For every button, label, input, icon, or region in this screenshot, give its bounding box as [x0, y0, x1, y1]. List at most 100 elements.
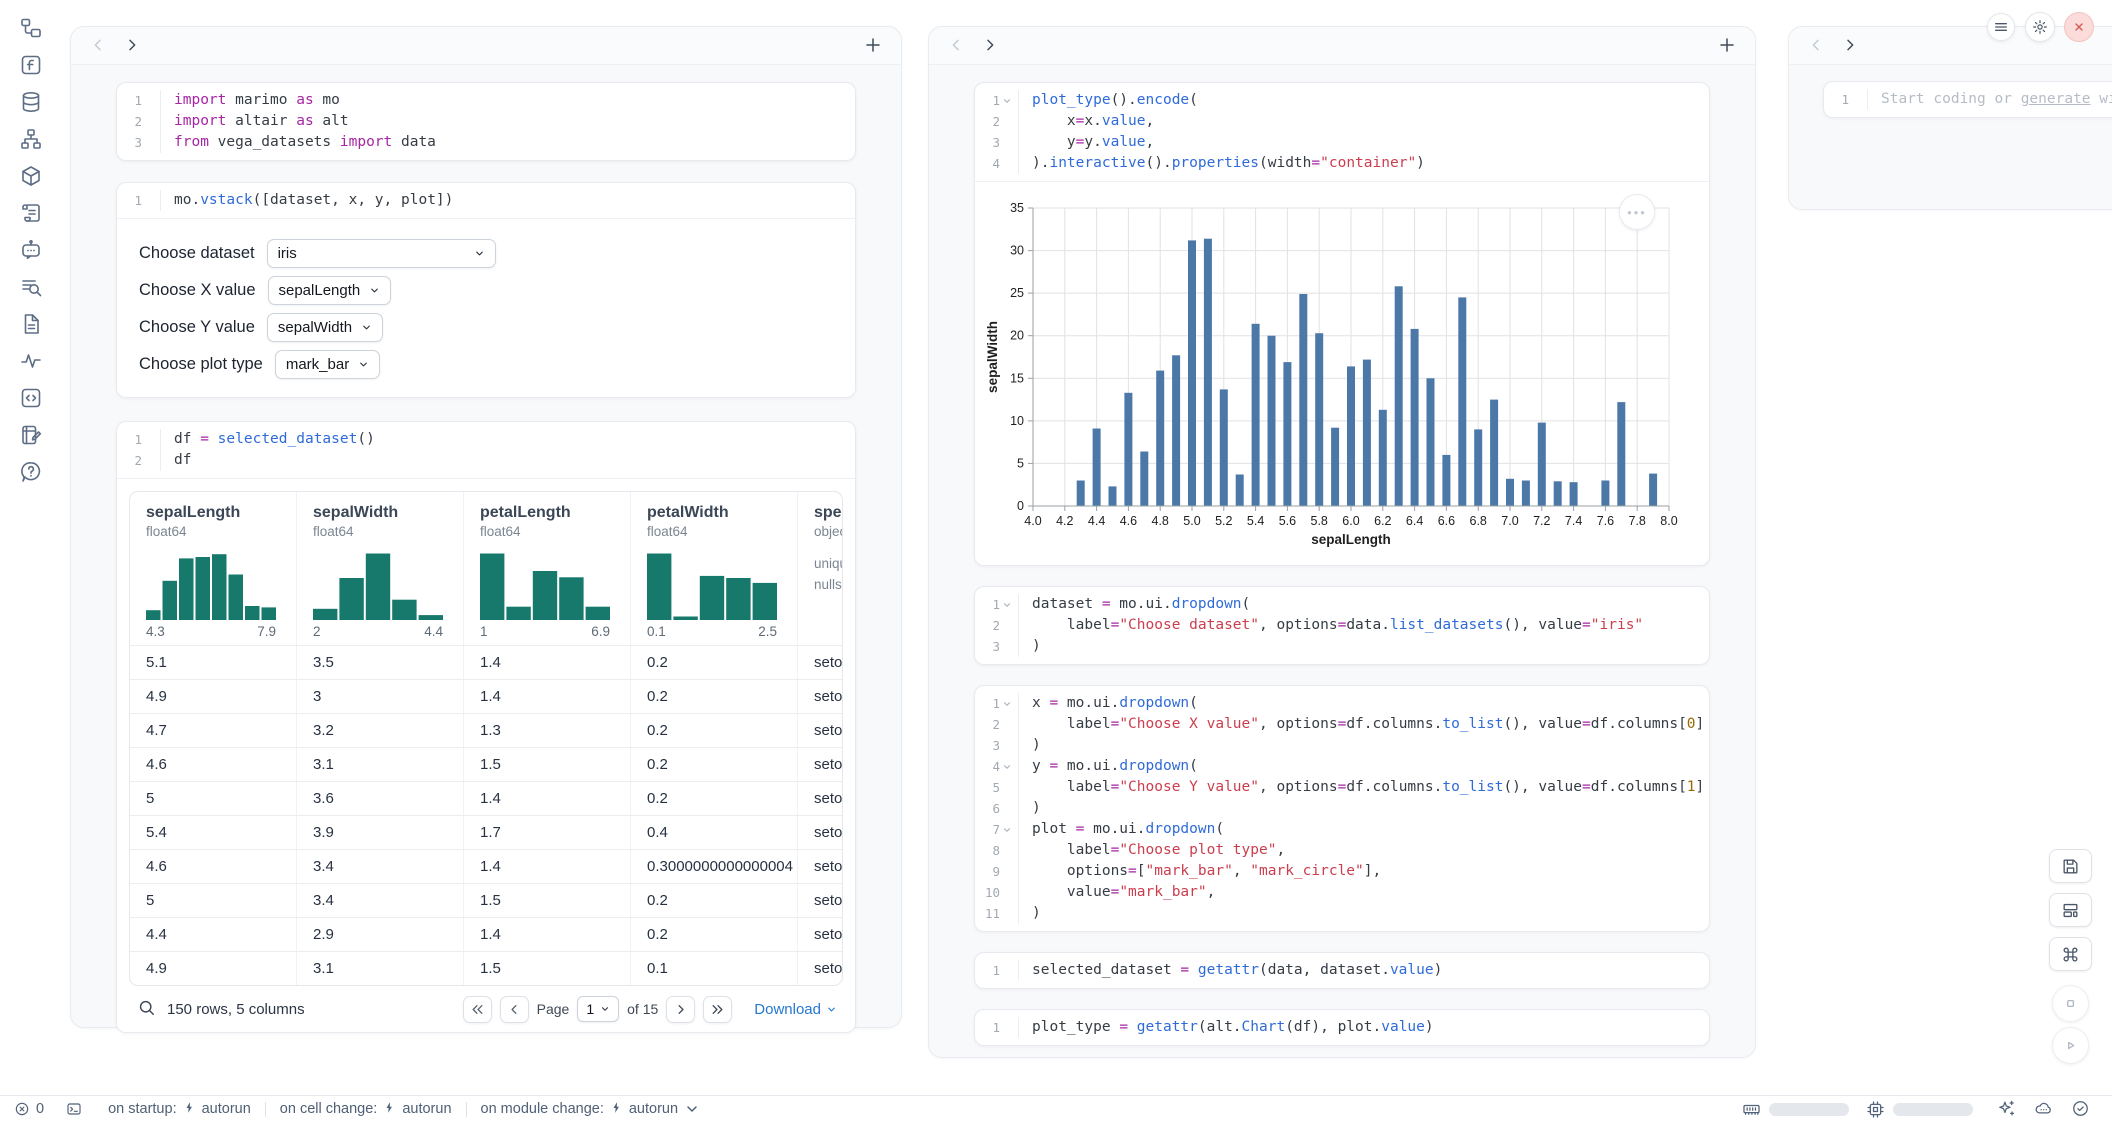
code-editor[interactable]: 1plot_type().encode(2 x=x.value,3 y=y.va… [975, 83, 1709, 181]
next-column-button[interactable] [981, 37, 999, 55]
control-row: Choose plot typemark_bar [139, 350, 833, 379]
code-editor[interactable]: 1x = mo.ui.dropdown(2 label="Choose X va… [975, 686, 1709, 931]
column-header-petalLength[interactable]: petalLengthfloat6416.9 [463, 492, 630, 645]
page-of-label: of 15 [627, 1001, 658, 1017]
column-header-speci[interactable]: speciobjecuniqunulls: [797, 492, 842, 645]
next-page-button[interactable] [666, 996, 695, 1023]
last-page-button[interactable] [703, 996, 732, 1023]
bolt-icon [183, 1101, 196, 1118]
code-line: 7plot = mo.ui.dropdown( [975, 819, 1709, 840]
on-cell-change-toggle[interactable]: on cell change: autorun [280, 1101, 452, 1118]
cloud-status-icon[interactable] [2033, 1099, 2053, 1119]
table-cell: 0.2 [630, 748, 797, 781]
table-cell: 2.9 [296, 918, 463, 951]
code-editor[interactable]: 1mo.vstack([dataset, x, y, plot]) [117, 183, 855, 218]
settings-gear-icon[interactable] [2025, 12, 2055, 42]
first-page-button[interactable] [463, 996, 492, 1023]
on-module-change-toggle[interactable]: on module change: autorun [481, 1101, 701, 1118]
terminal-icon[interactable] [66, 1101, 82, 1117]
notebook-menu-icon[interactable] [1987, 13, 2015, 41]
scratchpad-icon[interactable] [19, 423, 43, 447]
table-cell: 3.4 [296, 884, 463, 917]
search-icon[interactable] [135, 998, 157, 1020]
fold-chevron-icon[interactable] [1000, 598, 1013, 611]
stop-icon[interactable] [2052, 985, 2089, 1022]
svg-text:7.6: 7.6 [1597, 514, 1614, 528]
search-logs-icon[interactable] [19, 275, 43, 299]
errors-indicator[interactable]: 0 [14, 1101, 44, 1117]
layout-icon[interactable] [2049, 893, 2092, 927]
prev-page-button[interactable] [500, 996, 529, 1023]
table-cell: 4.9 [130, 680, 296, 713]
table-cell: setos [797, 646, 842, 679]
chart-menu-icon[interactable]: ••• [1619, 194, 1655, 230]
add-cell-icon[interactable] [1717, 36, 1737, 56]
page-select[interactable]: 1 [577, 996, 619, 1022]
logs-icon[interactable] [19, 201, 43, 225]
dropdown-select-choose-x-value[interactable]: sepalLength [268, 276, 392, 305]
dropdown-select-choose-plot-type[interactable]: mark_bar [275, 350, 380, 379]
add-cell-icon[interactable] [863, 36, 883, 56]
save-icon[interactable] [2049, 849, 2092, 883]
keyboard-shortcuts-icon[interactable] [2049, 937, 2092, 971]
fold-chevron-icon[interactable] [1000, 823, 1013, 836]
dropdown-select-choose-dataset[interactable]: iris [267, 239, 496, 268]
help-icon[interactable] [19, 460, 43, 484]
code-editor[interactable]: 1import marimo as mo2import altair as al… [117, 83, 855, 160]
on-startup-toggle[interactable]: on startup: autorun [108, 1101, 251, 1118]
code-editor[interactable]: 1dataset = mo.ui.dropdown(2 label="Choos… [975, 587, 1709, 664]
divider [265, 1102, 266, 1117]
column-header-petalWidth[interactable]: petalWidthfloat640.12.5 [630, 492, 797, 645]
ai-chat-icon[interactable] [19, 238, 43, 262]
code-line: 11) [975, 903, 1709, 924]
row-count-summary: 150 rows, 5 columns [167, 1001, 305, 1018]
fold-chevron-icon[interactable] [1000, 94, 1013, 107]
code-line: 8 label="Choose plot type", [975, 840, 1709, 861]
connection-check-icon[interactable] [2070, 1099, 2090, 1119]
prev-column-button[interactable] [947, 37, 965, 55]
code-editor[interactable]: 1selected_dataset = getattr(data, datase… [975, 953, 1709, 988]
next-column-button[interactable] [1841, 37, 1859, 55]
run-play-icon[interactable] [2052, 1027, 2089, 1064]
fold-chevron-icon[interactable] [1000, 760, 1013, 773]
svg-text:4.8: 4.8 [1152, 514, 1169, 528]
code-line: 1plot_type().encode( [975, 90, 1709, 111]
page-label: Page [537, 1001, 570, 1017]
code-editor[interactable]: 1df = selected_dataset()2df [117, 422, 855, 478]
svg-text:5.2: 5.2 [1215, 514, 1232, 528]
variables-icon[interactable] [19, 53, 43, 77]
dropdown-select-choose-y-value[interactable]: sepalWidth [267, 313, 383, 342]
table-row: 4.73.21.30.2setos [130, 713, 842, 747]
download-button[interactable]: Download [754, 1001, 837, 1018]
column-header-sepalLength[interactable]: sepalLengthfloat644.37.9 [130, 492, 296, 645]
ai-sparkles-icon[interactable] [1996, 1099, 2016, 1119]
bar-chart: 4.04.24.44.64.85.05.25.45.65.86.06.26.46… [983, 196, 1709, 557]
code-line: 1dataset = mo.ui.dropdown( [975, 594, 1709, 615]
ram-meter [1742, 1100, 1849, 1119]
dependency-graph-icon[interactable] [19, 127, 43, 151]
data-sources-icon[interactable] [19, 90, 43, 114]
table-cell: 1.4 [463, 680, 630, 713]
file-tree-icon[interactable] [19, 16, 43, 40]
column-header-sepalWidth[interactable]: sepalWidthfloat6424.4 [296, 492, 463, 645]
next-column-button[interactable] [123, 37, 141, 55]
close-icon[interactable] [2064, 12, 2094, 42]
dropdown-controls-output: Choose datasetirisChoose X valuesepalLen… [117, 218, 855, 397]
code-line: 3) [975, 735, 1709, 756]
svg-text:5.6: 5.6 [1279, 514, 1296, 528]
code-editor[interactable]: 1plot_type = getattr(alt.Chart(df), plot… [975, 1010, 1709, 1045]
snippets-icon[interactable] [19, 386, 43, 410]
ram-icon [1742, 1100, 1761, 1119]
table-cell: setos [797, 816, 842, 849]
packages-icon[interactable] [19, 164, 43, 188]
svg-text:6.8: 6.8 [1470, 514, 1487, 528]
prev-column-button[interactable] [89, 37, 107, 55]
prev-column-button[interactable] [1807, 37, 1825, 55]
documentation-icon[interactable] [19, 312, 43, 336]
tracing-icon[interactable] [19, 349, 43, 373]
column-right-header [1789, 27, 2112, 65]
table-cell: 4.6 [130, 748, 296, 781]
fold-chevron-icon[interactable] [1000, 697, 1013, 710]
code-editor-placeholder[interactable]: 1Start coding or generate with [1824, 82, 2112, 117]
cpu-meter [1866, 1100, 1973, 1119]
